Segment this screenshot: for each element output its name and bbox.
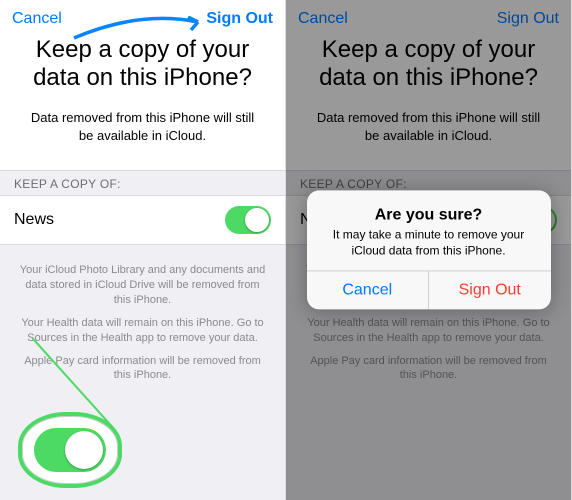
toggle-on-icon [34,428,106,472]
nav-bar: Cancel Sign Out [286,0,571,34]
alert-title: Are you sure? [321,206,537,224]
screen-confirm-dialog: Cancel Sign Out Keep a copy of your data… [286,0,572,500]
footnote-health: Your Health data will remain on this iPh… [18,316,267,346]
alert-message: It may take a minute to remove your iClo… [321,227,537,258]
alert-cancel-button[interactable]: Cancel [307,272,429,310]
footnote-applepay: Apple Pay card information will be remov… [304,354,553,384]
confirm-alert: Are you sure? It may take a minute to re… [307,190,551,309]
screen-before-confirm: Cancel Sign Out Keep a copy of your data… [0,0,286,500]
alert-sign-out-button[interactable]: Sign Out [428,272,551,310]
footnote-applepay: Apple Pay card information will be remov… [18,354,267,384]
footnote-health: Your Health data will remain on this iPh… [304,316,553,346]
cancel-button: Cancel [298,10,348,28]
news-label: News [14,211,54,229]
annotation-toggle-callout [18,412,122,488]
news-toggle[interactable] [225,206,271,234]
sign-out-button[interactable]: Sign Out [206,10,273,28]
page-title: Keep a copy of your data on this iPhone? [0,34,285,109]
page-title: Keep a copy of your data on this iPhone? [286,34,571,109]
cancel-button[interactable]: Cancel [12,10,62,28]
page-subtitle: Data removed from this iPhone will still… [0,109,285,170]
footnote-photos: Your iCloud Photo Library and any docume… [18,263,267,308]
sign-out-button: Sign Out [497,10,559,28]
section-header: KEEP A COPY OF: [0,170,285,196]
nav-bar: Cancel Sign Out [0,0,285,34]
news-row[interactable]: News [0,196,285,245]
page-subtitle: Data removed from this iPhone will still… [286,109,571,170]
